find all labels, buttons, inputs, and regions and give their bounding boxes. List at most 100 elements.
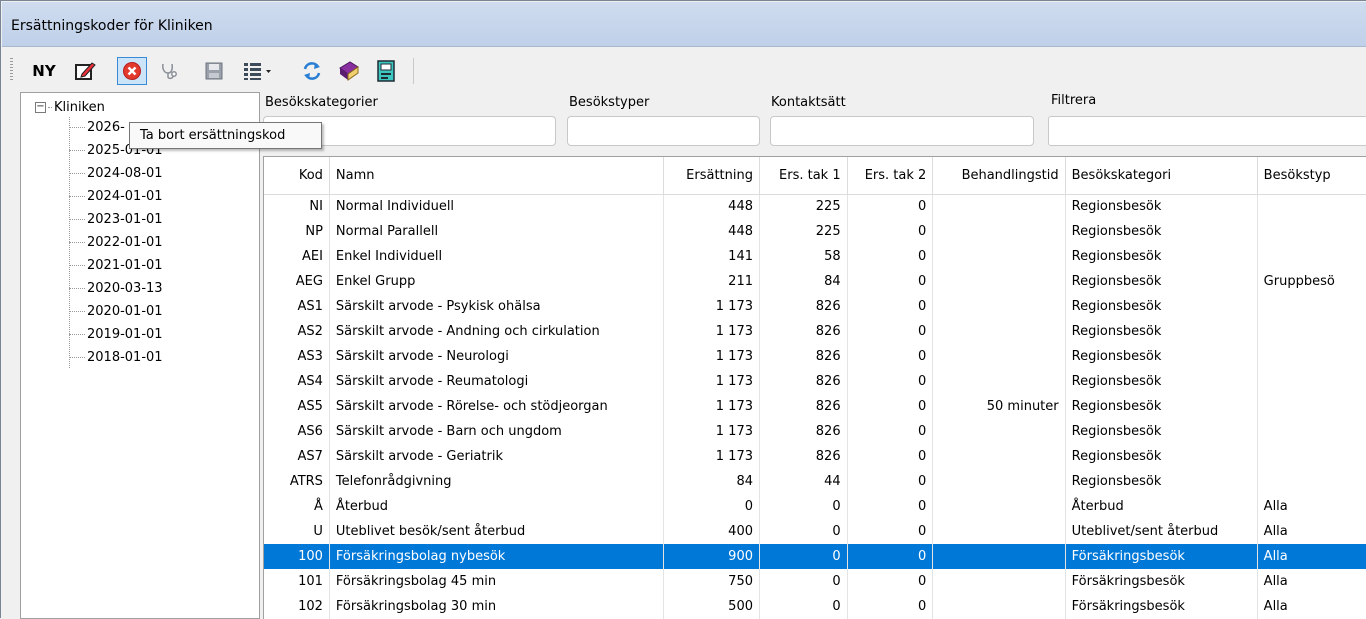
tree-item-date[interactable]: 2020-03-13 [69,278,163,298]
cell-ers-tak-2: 0 [847,269,934,294]
tree-item-date[interactable]: 2024-08-01 [69,163,163,183]
cell-ersattning: 1 173 [663,444,760,469]
cell-namn: Enkel Individuell [329,244,665,269]
tree-item-date[interactable]: 2022-01-01 [69,232,163,252]
tree-item-label: 2018-01-01 [87,349,163,365]
cell-ers-tak-2: 0 [847,569,934,594]
kontaktsatt-field[interactable] [770,116,1034,146]
delete-icon [123,62,141,80]
book-button[interactable] [335,57,363,85]
tree-connector [48,106,52,108]
table-row[interactable]: AEI Enkel Individuell 141 58 0 Regionsbesök [264,244,1366,269]
cell-besokstyp: Alla [1257,494,1366,519]
refresh-button[interactable] [298,57,326,85]
list-view-icon [244,63,271,80]
col-ers-tak-2[interactable]: Ers. tak 2 [847,157,934,195]
new-button[interactable]: NY [24,57,64,85]
tree-item-date[interactable]: 2020-01-01 [69,301,163,321]
table-row[interactable]: AS5 Särskilt arvode - Rörelse- och stödje… [264,394,1366,419]
table-row[interactable]: AEG Enkel Grupp 211 84 0 Regionsbesök Gruppbes… [264,269,1366,294]
save-button[interactable] [200,57,228,85]
tree-item-date[interactable]: 2018-01-01 [69,347,163,367]
collapse-toggle-icon[interactable]: − [35,101,46,113]
table-row[interactable]: AS3 Särskilt arvode - Neurologi 1 173 826 0 R… [264,344,1366,369]
cell-ersattning: 0 [663,494,760,519]
cell-behandlingstid [932,594,1066,619]
table-row[interactable]: U Uteblivet besök/sent återbud 400 0 0 Utebli… [264,519,1366,544]
table-row[interactable]: AS1 Särskilt arvode - Psykisk ohälsa 1 173… [264,294,1366,319]
cell-namn: Särskilt arvode - Reumatologi [329,369,665,394]
cell-besokstyp [1257,394,1366,419]
report-button[interactable] [372,57,400,85]
cell-besokstyp [1257,419,1366,444]
table-row[interactable]: AS4 Särskilt arvode - Reumatologi 1 173 826… [264,369,1366,394]
edit-button[interactable] [70,57,100,85]
book-icon [339,61,359,81]
cell-ers-tak-2: 0 [847,519,934,544]
col-kod[interactable]: Kod [264,157,330,195]
cell-ers-tak-1: 0 [759,494,848,519]
tree-root-label: Kliniken [54,99,105,115]
tree-item-label: 2020-01-01 [87,303,163,319]
table-row[interactable]: NP Normal Parallell 448 225 0 Regionsbesök [264,219,1366,244]
col-ersattning[interactable]: Ersättning [663,157,760,195]
cell-ers-tak-1: 826 [759,369,848,394]
col-besokskategori[interactable]: Besökskategori [1065,157,1258,195]
tree-item-label: 2020-03-13 [87,280,163,296]
col-namn[interactable]: Namn [329,157,665,195]
filter-input[interactable] [1048,116,1366,146]
table-row[interactable]: 101 Försäkringsbolag 45 min 750 0 0 Försäkrin… [264,569,1366,594]
cell-ers-tak-2: 0 [847,344,934,369]
col-ers-tak-1[interactable]: Ers. tak 1 [759,157,848,195]
stethoscope-button[interactable] [155,57,183,85]
date-tree[interactable]: − Kliniken 2026- 2025-01-01 2024-08-01 2024… [20,92,260,619]
codes-grid[interactable]: Kod Namn Ersättning Ers. tak 1 Ers. tak … [263,156,1366,619]
tree-item-date[interactable]: 2026- [69,117,125,137]
cell-besokskategori: Regionsbesök [1065,294,1258,319]
col-behandlingstid[interactable]: Behandlingstid [932,157,1066,195]
cell-ers-tak-2: 0 [847,369,934,394]
cell-ers-tak-1: 0 [759,519,848,544]
tree-item-label: 2024-08-01 [87,165,163,181]
table-row[interactable]: AS7 Särskilt arvode - Geriatrik 1 173 826 0 R… [264,444,1366,469]
toolbar-grip[interactable] [10,58,13,82]
cell-ers-tak-1: 826 [759,344,848,369]
cell-behandlingstid [932,469,1066,494]
cell-besokskategori: Försäkringsbesök [1065,544,1258,569]
cell-ersattning: 750 [663,569,760,594]
table-row[interactable]: NI Normal Individuell 448 225 0 Regionsbesök [264,194,1366,219]
cell-behandlingstid: 50 minuter [932,394,1066,419]
list-view-dropdown[interactable] [238,57,278,85]
cell-namn: Försäkringsbolag 30 min [329,594,665,619]
cell-kod: Å [264,494,330,519]
delete-button[interactable] [117,57,147,85]
tree-connector [69,356,85,358]
cell-besokskategori: Regionsbesök [1065,419,1258,444]
table-row[interactable]: ATRS Telefonrådgivning 84 44 0 Regionsbesök [264,469,1366,494]
tree-root-kliniken[interactable]: − Kliniken [35,97,105,117]
table-row[interactable]: 102 Försäkringsbolag 30 min 500 0 0 Försäkrin… [264,594,1366,619]
table-row[interactable]: AS2 Särskilt arvode - Andning och cirkula… [264,319,1366,344]
cell-ers-tak-2: 0 [847,194,934,219]
tree-item-label: 2024-01-01 [87,188,163,204]
besokstyper-field[interactable] [567,116,760,146]
table-row[interactable]: 100 Försäkringsbolag nybesök 900 0 0 Försäkri… [264,544,1366,569]
cell-kod: NP [264,219,330,244]
col-besokstyp[interactable]: Besökstyp [1257,157,1366,195]
cell-ers-tak-2: 0 [847,594,934,619]
tree-item-date[interactable]: 2021-01-01 [69,255,163,275]
tree-item-date[interactable]: 2023-01-01 [69,209,163,229]
cell-kod: ATRS [264,469,330,494]
tree-item-date[interactable]: 2024-01-01 [69,186,163,206]
cell-namn: Telefonrådgivning [329,469,665,494]
tree-item-date[interactable]: 2019-01-01 [69,324,163,344]
cell-kod: U [264,519,330,544]
toolbar: NY [2,48,1366,92]
table-row[interactable]: Å Återbud 0 0 0 Återbud Alla [264,494,1366,519]
cell-ers-tak-2: 0 [847,494,934,519]
cell-ers-tak-2: 0 [847,444,934,469]
table-row[interactable]: AS6 Särskilt arvode - Barn och ungdom 1 17… [264,419,1366,444]
cell-namn: Särskilt arvode - Barn och ungdom [329,419,665,444]
cell-behandlingstid [932,419,1066,444]
cell-ers-tak-1: 84 [759,269,848,294]
